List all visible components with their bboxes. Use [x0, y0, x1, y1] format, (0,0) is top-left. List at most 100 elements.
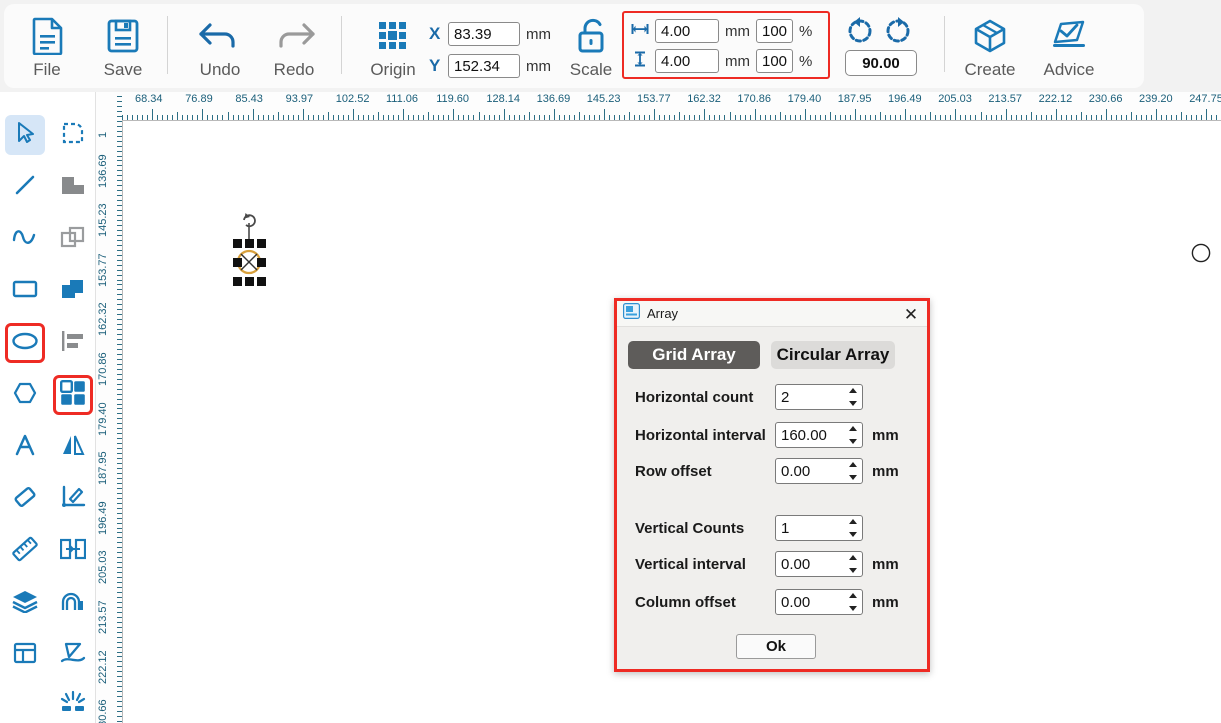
spinner-arrows[interactable] [847, 517, 859, 539]
skew-icon [60, 641, 86, 670]
ellipse-tool[interactable] [5, 323, 45, 363]
ruler-tick [528, 112, 530, 120]
resize-handle-n[interactable] [245, 239, 254, 248]
resize-handle-w[interactable] [233, 258, 242, 267]
width-unit-label: mm [725, 22, 750, 40]
ruler-tick-label: 247.75 [1189, 93, 1221, 105]
advice-button[interactable]: Advice [1036, 14, 1102, 80]
ruler-tick-label: 170.86 [97, 352, 109, 386]
rotate-clockwise-icon[interactable] [883, 16, 913, 51]
x-input[interactable]: 83.39 [448, 22, 520, 46]
engrave-tool[interactable] [53, 684, 93, 723]
spinner-up-arrow[interactable] [849, 426, 857, 431]
spinner-up-arrow[interactable] [849, 388, 857, 393]
selected-object-group[interactable] [219, 211, 279, 291]
resize-handle-sw[interactable] [233, 277, 242, 286]
spinner-down-arrow[interactable] [849, 606, 857, 611]
resize-handle-se[interactable] [257, 277, 266, 286]
spinner-down-arrow[interactable] [849, 568, 857, 573]
spinner-arrows[interactable] [847, 460, 859, 482]
spinner-up-arrow[interactable] [849, 593, 857, 598]
line-tool[interactable] [5, 167, 45, 207]
height-percent-input[interactable]: 100 [756, 49, 793, 73]
dialog-body: Grid Array Circular Array Horizontal cou… [617, 327, 927, 695]
save-button[interactable]: Save [94, 14, 152, 80]
spinner-down-arrow[interactable] [849, 475, 857, 480]
height-input[interactable]: 4.00 [655, 49, 719, 73]
undo-button[interactable]: Undo [186, 14, 254, 80]
ruler-tick [403, 109, 405, 120]
ruler-tick-label: 213.57 [97, 600, 109, 634]
distribute-tool[interactable] [53, 531, 93, 571]
spinner-arrows[interactable] [847, 591, 859, 613]
dialog-title-bar[interactable]: Array ✕ [617, 301, 927, 327]
ruler-tick [955, 109, 957, 120]
file-button[interactable]: File [22, 14, 72, 80]
spinner-arrows[interactable] [847, 424, 859, 446]
origin-button[interactable]: Origin [359, 14, 427, 80]
ruler-tick-label: 111.06 [386, 93, 419, 105]
ruler-tick-label: 239.20 [1139, 93, 1173, 105]
tab-circular-array[interactable]: Circular Array [771, 341, 895, 369]
y-input[interactable]: 152.34 [448, 54, 520, 78]
spinner-arrows[interactable] [847, 386, 859, 408]
circle-shape[interactable] [1191, 243, 1211, 268]
text-tool[interactable] [5, 427, 45, 467]
spinner-arrows[interactable] [847, 553, 859, 575]
skew-tool[interactable] [53, 635, 93, 675]
polygon-tool[interactable] [5, 375, 45, 415]
rectangle-tool[interactable] [5, 271, 45, 311]
measure-angle-tool[interactable] [53, 479, 93, 519]
vertical-counts-spinner[interactable]: 1 [775, 515, 863, 541]
spinner-up-arrow[interactable] [849, 519, 857, 524]
spinner-up-arrow[interactable] [849, 462, 857, 467]
spinner-down-arrow[interactable] [849, 439, 857, 444]
field-horizontal-count: Horizontal count 2 [635, 384, 915, 410]
resize-handle-nw[interactable] [233, 239, 242, 248]
mirror-tool[interactable] [53, 427, 93, 467]
ruler-tick-label: 93.97 [285, 93, 314, 105]
vertical-ruler[interactable]: 1 136.69 145.23 153.77 162.32 170.86 179.40 187… [96, 92, 122, 723]
intersect-tool[interactable] [53, 271, 93, 311]
ellipse-icon [11, 331, 39, 356]
subtract-tool[interactable] [53, 219, 93, 259]
horizontal-count-spinner[interactable]: 2 [775, 384, 863, 410]
eraser-tool[interactable] [5, 479, 45, 519]
horizontal-ruler[interactable]: mm 68.3476.8985.4393.97102.52111.06119.6… [96, 92, 1221, 120]
ok-button[interactable]: Ok [736, 634, 816, 659]
select-tool[interactable] [5, 115, 45, 155]
curve-tool[interactable] [5, 219, 45, 259]
rotate-counterclockwise-icon[interactable] [845, 16, 875, 51]
spinner-up-arrow[interactable] [849, 555, 857, 560]
row-offset-spinner[interactable]: 0.00 [775, 458, 863, 484]
layers-tool[interactable] [5, 583, 45, 623]
redo-button[interactable]: Redo [260, 14, 328, 80]
tab-grid-array[interactable]: Grid Array [628, 341, 760, 369]
ruler-tick-label: 196.49 [97, 501, 109, 535]
field-value: 1 [781, 519, 790, 537]
union-tool[interactable] [53, 167, 93, 207]
array-tool[interactable] [53, 375, 93, 415]
offset-tool[interactable] [53, 583, 93, 623]
ruler-tool[interactable] [5, 531, 45, 571]
spinner-down-arrow[interactable] [849, 532, 857, 537]
spinner-down-arrow[interactable] [849, 401, 857, 406]
ruler-tick [779, 112, 781, 120]
rotate-angle-input[interactable]: 90.00 [845, 50, 917, 76]
align-tool[interactable] [53, 323, 93, 363]
horizontal-interval-spinner[interactable]: 160.00 [775, 422, 863, 448]
ruler-tick [353, 109, 354, 120]
width-input[interactable]: 4.00 [655, 19, 719, 43]
create-button[interactable]: Create [957, 14, 1023, 80]
ruler-tick [117, 115, 122, 117]
column-offset-spinner[interactable]: 0.00 [775, 589, 863, 615]
width-percent-input[interactable]: 100 [756, 19, 793, 43]
scale-button[interactable]: Scale [560, 14, 622, 80]
close-icon[interactable]: ✕ [901, 304, 921, 324]
layout-tool[interactable] [5, 635, 45, 675]
resize-handle-e[interactable] [257, 258, 266, 267]
node-edit-tool[interactable] [53, 115, 93, 155]
vertical-interval-spinner[interactable]: 0.00 [775, 551, 863, 577]
resize-handle-s[interactable] [245, 277, 254, 286]
resize-handle-ne[interactable] [257, 239, 266, 248]
